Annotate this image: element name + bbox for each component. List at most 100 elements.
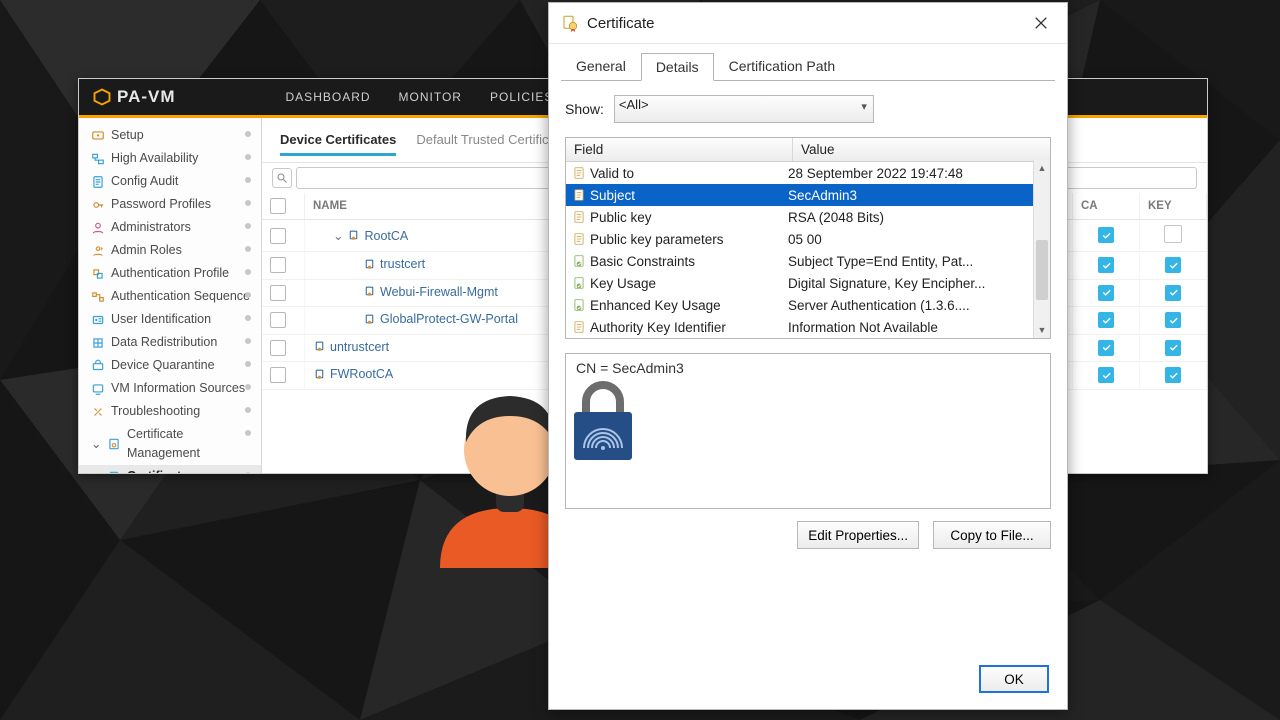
- cert-name[interactable]: FWRootCA: [313, 367, 393, 381]
- status-dot-icon: [245, 154, 251, 160]
- grid-row[interactable]: Public keyRSA (2048 Bits): [566, 206, 1050, 228]
- sidebar-item-certificate-management[interactable]: ⌄Certificate Management: [79, 423, 261, 465]
- sidebar-item-device-quarantine[interactable]: Device Quarantine: [79, 354, 261, 377]
- field-name: Public key parameters: [590, 232, 724, 247]
- sidebar-item-admin-roles[interactable]: Admin Roles: [79, 239, 261, 262]
- cert-name[interactable]: ⌄ RootCA: [333, 228, 408, 243]
- copy-to-file-button[interactable]: Copy to File...: [933, 521, 1051, 549]
- status-dot-icon: [245, 407, 251, 413]
- sidebar-item-administrators[interactable]: Administrators: [79, 216, 261, 239]
- detail-value-box: CN = SecAdmin3: [565, 353, 1051, 509]
- authseq-icon: [91, 290, 105, 304]
- sidebar-item-vm-information-sources[interactable]: VM Information Sources: [79, 377, 261, 400]
- hex-logo-icon: [93, 88, 111, 106]
- sidebar-item-user-identification[interactable]: User Identification: [79, 308, 261, 331]
- grid-row[interactable]: Key UsageDigital Signature, Key Encipher…: [566, 272, 1050, 294]
- row-checkbox[interactable]: [270, 340, 286, 356]
- edit-properties-button[interactable]: Edit Properties...: [797, 521, 919, 549]
- sidebar-item-certificates[interactable]: Certificates: [79, 465, 261, 473]
- check-icon: [1098, 340, 1114, 356]
- close-icon[interactable]: [1027, 9, 1055, 37]
- dialog-title: Certificate: [587, 15, 655, 32]
- pavm-top-tabs: DASHBOARD MONITOR POLICIES: [286, 90, 554, 104]
- sidebar-item-authentication-sequence[interactable]: Authentication Sequence: [79, 285, 261, 308]
- cert-name[interactable]: untrustcert: [313, 340, 389, 354]
- pwd-icon: [91, 198, 105, 212]
- sidebar-item-troubleshooting[interactable]: Troubleshooting: [79, 400, 261, 423]
- trouble-icon: [91, 405, 105, 419]
- subtab-device-certs[interactable]: Device Certificates: [280, 132, 396, 156]
- tab-general[interactable]: General: [561, 52, 641, 80]
- sidebar-item-config-audit[interactable]: Config Audit: [79, 170, 261, 193]
- subtab-default-trusted[interactable]: Default Trusted Certific: [416, 132, 548, 156]
- dialog-footer: OK: [979, 665, 1049, 693]
- status-dot-icon: [245, 430, 251, 436]
- check-icon: [1165, 340, 1181, 356]
- row-checkbox[interactable]: [270, 285, 286, 301]
- col-ca[interactable]: CA: [1073, 193, 1140, 220]
- sidebar-item-data-redistribution[interactable]: Data Redistribution: [79, 331, 261, 354]
- grid-row[interactable]: Public key parameters05 00: [566, 228, 1050, 250]
- tab-dashboard[interactable]: DASHBOARD: [286, 90, 371, 104]
- tab-details[interactable]: Details: [641, 53, 714, 81]
- grid-row[interactable]: Authority Key Identifier Information Not …: [566, 316, 1050, 338]
- dialog-titlebar: Certificate: [549, 3, 1067, 44]
- sidebar-item-setup[interactable]: Setup: [79, 124, 261, 147]
- dialog-body: Show: <All> ▾ Field Value Valid to28 Sep…: [549, 81, 1067, 559]
- col-key[interactable]: KEY: [1140, 193, 1207, 220]
- grid-row[interactable]: Enhanced Key UsageServer Authentication …: [566, 294, 1050, 316]
- sidebar-item-label: Data Redistribution: [111, 333, 217, 352]
- sidebar-item-high-availability[interactable]: High Availability: [79, 147, 261, 170]
- grid-row[interactable]: Valid to28 September 2022 19:47:48: [566, 162, 1050, 184]
- sidebar-item-label: Troubleshooting: [111, 402, 200, 421]
- search-icon[interactable]: [272, 168, 292, 188]
- authp-icon: [91, 267, 105, 281]
- tab-policies[interactable]: POLICIES: [490, 90, 553, 104]
- status-dot-icon: [245, 315, 251, 321]
- row-checkbox[interactable]: [270, 312, 286, 328]
- cert-name[interactable]: GlobalProtect-GW-Portal: [363, 312, 518, 326]
- check-icon: [1165, 257, 1181, 273]
- tab-monitor[interactable]: MONITOR: [399, 90, 462, 104]
- field-icon: [572, 166, 586, 180]
- cert-name[interactable]: trustcert: [363, 257, 425, 271]
- check-icon: [1098, 285, 1114, 301]
- audit-icon: [91, 175, 105, 189]
- grid-row[interactable]: Basic ConstraintsSubject Type=End Entity…: [566, 250, 1050, 272]
- scroll-up-icon[interactable]: ▲: [1034, 160, 1050, 176]
- scroll-down-icon[interactable]: ▼: [1034, 322, 1050, 338]
- vminfo-icon: [91, 382, 105, 396]
- grid-header-field[interactable]: Field: [566, 138, 793, 161]
- sidebar-item-label: Certificate Management: [127, 425, 251, 463]
- sidebar-item-password-profiles[interactable]: Password Profiles: [79, 193, 261, 216]
- row-checkbox[interactable]: [270, 228, 286, 244]
- setup-icon: [91, 129, 105, 143]
- sidebar-item-label: Authentication Profile: [111, 264, 229, 283]
- tab-certpath[interactable]: Certification Path: [714, 52, 851, 80]
- row-checkbox[interactable]: [270, 257, 286, 273]
- ok-button[interactable]: OK: [979, 665, 1049, 693]
- grid-scrollbar[interactable]: ▲ ▼: [1033, 160, 1050, 338]
- field-name: Enhanced Key Usage: [590, 298, 721, 313]
- show-dropdown[interactable]: <All> ▾: [614, 95, 874, 123]
- scroll-thumb[interactable]: [1036, 240, 1048, 300]
- certmgmt-icon: [107, 437, 121, 451]
- row-checkbox[interactable]: [270, 367, 286, 383]
- header-checkbox[interactable]: [270, 198, 286, 214]
- grid-row[interactable]: SubjectSecAdmin3: [566, 184, 1050, 206]
- roles-icon: [91, 244, 105, 258]
- dialog-mid-buttons: Edit Properties... Copy to File...: [565, 521, 1051, 549]
- sidebar-item-authentication-profile[interactable]: Authentication Profile: [79, 262, 261, 285]
- quar-icon: [91, 359, 105, 373]
- sidebar-item-label: VM Information Sources: [111, 379, 245, 398]
- grid-header: Field Value: [566, 138, 1050, 162]
- check-icon: [1098, 312, 1114, 328]
- field-icon: [572, 232, 586, 246]
- field-value: Information Not Available: [782, 320, 1050, 335]
- grid-header-value[interactable]: Value: [793, 138, 1050, 161]
- detail-value-text: CN = SecAdmin3: [576, 360, 684, 376]
- chevron-down-icon[interactable]: ⌄: [333, 228, 343, 243]
- cert-name[interactable]: Webui-Firewall-Mgmt: [363, 285, 498, 299]
- sidebar-item-label: User Identification: [111, 310, 211, 329]
- field-name: Authority Key Identifier: [590, 320, 726, 335]
